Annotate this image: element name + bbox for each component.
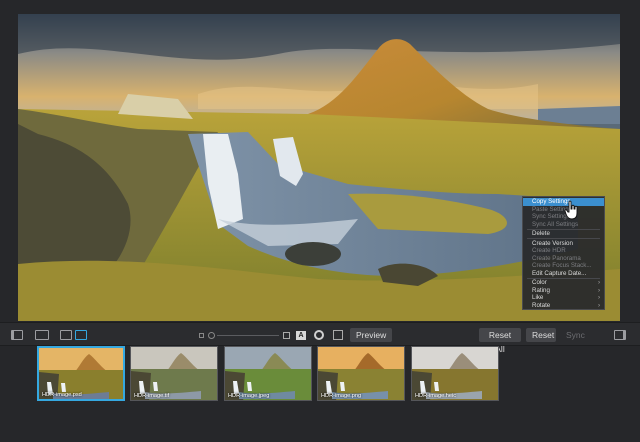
menu-item-rating[interactable]: Rating › (523, 287, 604, 295)
zoom-in-icon (283, 331, 290, 339)
menu-item-label: Rotate (532, 302, 551, 310)
menu-item-label: Rating (532, 286, 550, 294)
filmstrip-thumbnail[interactable]: HDR-image.png (317, 346, 405, 401)
filmstrip-thumbnail[interactable]: HDR-image.jpeg (224, 346, 312, 401)
text-overlay-icon: A (296, 330, 306, 340)
menu-item-label: Create Focus Stack... (532, 262, 592, 270)
mask-icon (314, 330, 324, 340)
mask-toggle-button[interactable] (314, 323, 324, 347)
menu-item-create-focus-stack[interactable]: Create Focus Stack... (523, 262, 604, 270)
menu-item-label: Delete (532, 230, 550, 238)
text-overlay-button[interactable]: A (296, 323, 306, 347)
compare-view-button[interactable] (35, 323, 49, 347)
edit-tool-icon (333, 330, 343, 340)
menu-item-delete[interactable]: Delete (523, 230, 604, 238)
zoom-slider-track (217, 334, 279, 336)
filmstrip-thumbnail[interactable]: HDR-image.heic (411, 346, 499, 401)
menu-item-label: Create HDR (532, 247, 566, 255)
filmstrip: HDR-image.psd HDR-image.tif HDR-image.jpeg… (0, 346, 640, 442)
menu-item-color[interactable]: Color › (523, 279, 604, 287)
menu-item-label: Color (532, 279, 547, 287)
sync-button[interactable]: Sync (560, 328, 588, 342)
thumbnail-filename: HDR-image.heic (415, 393, 457, 399)
hand-cursor-icon (564, 200, 578, 220)
menu-item-label: Create Panorama (532, 254, 581, 262)
submenu-chevron-icon: › (597, 302, 600, 310)
menu-item-create-version[interactable]: Create Version (523, 240, 604, 248)
thumbnail-filename: HDR-image.jpeg (228, 393, 270, 399)
zoom-out-button[interactable] (199, 323, 204, 347)
menu-item-like[interactable]: Like › (523, 294, 604, 302)
bottom-toolbar: A Preview Reset All Reset Sync (0, 322, 640, 354)
menu-item-sync-all-settings[interactable]: Sync All Settings (523, 221, 604, 229)
reset-all-button[interactable]: Reset All (479, 328, 521, 354)
menu-item-edit-capture-date[interactable]: Edit Capture Date... (523, 270, 604, 278)
menu-item-create-panorama[interactable]: Create Panorama (523, 255, 604, 263)
reset-button[interactable]: Reset (526, 328, 556, 342)
panel-left-icon (11, 330, 23, 340)
menu-item-label: Create Version (532, 239, 573, 247)
zoom-slider-handle[interactable] (208, 331, 215, 339)
menu-item-label: Edit Capture Date... (532, 269, 587, 277)
thumbnail-filename: HDR-image.tif (134, 393, 170, 399)
filmstrip-thumbnail[interactable]: HDR-image.tif (130, 346, 218, 401)
menu-item-rotate[interactable]: Rotate › (523, 302, 604, 310)
grid-view-button[interactable] (75, 323, 87, 347)
menu-item-create-hdr[interactable]: Create HDR (523, 247, 604, 255)
thumbnail-filename: HDR-image.psd (42, 392, 82, 398)
menu-item-label: Sync All Settings (532, 220, 579, 228)
edit-tool-button[interactable] (333, 323, 343, 347)
thumbnail-filename: HDR-image.png (321, 393, 362, 399)
zoom-out-icon (199, 332, 204, 338)
single-view-button[interactable] (60, 323, 72, 347)
preview-button[interactable]: Preview (350, 328, 392, 342)
sidebar-toggle-right[interactable] (614, 323, 626, 347)
sidebar-toggle-left[interactable] (11, 323, 23, 347)
submenu-chevron-icon: › (597, 286, 600, 294)
single-view-icon (60, 330, 72, 340)
grid-view-icon (75, 330, 87, 340)
zoom-slider[interactable] (208, 323, 279, 347)
menu-item-label: Like (532, 294, 544, 302)
filmstrip-thumbnail[interactable]: HDR-image.psd (37, 346, 125, 401)
submenu-chevron-icon: › (597, 279, 600, 287)
submenu-chevron-icon: › (597, 294, 600, 302)
zoom-in-button[interactable] (283, 323, 290, 347)
compare-icon (35, 330, 49, 340)
panel-right-icon (614, 330, 626, 340)
